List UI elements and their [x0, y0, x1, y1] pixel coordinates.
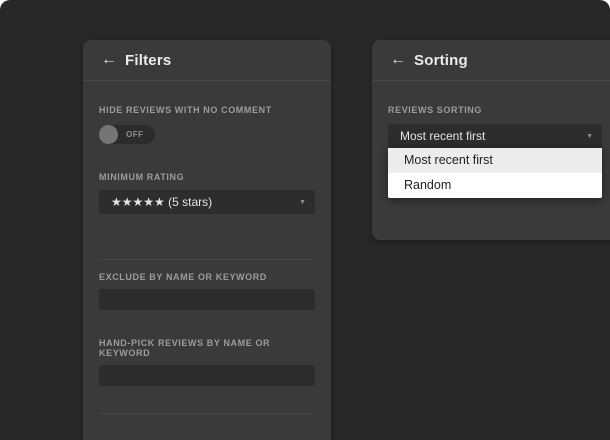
reviews-sorting-label: REVIEWS SORTING	[388, 105, 602, 115]
exclude-keyword-label: EXCLUDE BY NAME OR KEYWORD	[99, 272, 315, 282]
app-screen: ← Filters HIDE REVIEWS WITH NO COMMENT O…	[0, 0, 610, 440]
section-divider	[99, 259, 315, 260]
hand-pick-label: HAND-PICK REVIEWS BY NAME OR KEYWORD	[99, 338, 315, 358]
back-arrow-icon[interactable]: ←	[390, 52, 406, 68]
sorting-dropdown-list: Most recent first Random	[388, 148, 602, 198]
hide-no-comment-label: HIDE REVIEWS WITH NO COMMENT	[99, 105, 315, 115]
toggle-knob-icon	[99, 125, 118, 144]
sorting-panel-body: REVIEWS SORTING Most recent first ▼ Most…	[372, 105, 610, 198]
sorting-panel-header: ← Sorting	[372, 40, 610, 81]
toggle-state-label: OFF	[126, 130, 144, 139]
minimum-rating-label: MINIMUM RATING	[99, 172, 315, 182]
reviews-sorting-value: Most recent first	[400, 129, 485, 143]
minimum-rating-select[interactable]: ★★★★★ (5 stars) ▼	[99, 190, 315, 214]
filters-panel: ← Filters HIDE REVIEWS WITH NO COMMENT O…	[83, 40, 331, 440]
minimum-rating-value: ★★★★★ (5 stars)	[111, 195, 212, 209]
chevron-down-icon: ▼	[586, 133, 593, 140]
filters-panel-body: HIDE REVIEWS WITH NO COMMENT OFF MINIMUM…	[83, 105, 331, 440]
sorting-panel: ← Sorting REVIEWS SORTING Most recent fi…	[372, 40, 610, 240]
exclude-keyword-input[interactable]	[99, 289, 315, 310]
back-arrow-icon[interactable]: ←	[101, 52, 117, 68]
hide-no-comment-toggle[interactable]: OFF	[99, 125, 155, 144]
chevron-down-icon: ▼	[299, 199, 306, 206]
hand-pick-input[interactable]	[99, 365, 315, 386]
page-title: Filters	[125, 52, 171, 69]
filters-panel-header: ← Filters	[83, 40, 331, 81]
page-title: Sorting	[414, 52, 468, 69]
reviews-sorting-select[interactable]: Most recent first ▼	[388, 124, 602, 148]
dropdown-option-most-recent[interactable]: Most recent first	[388, 148, 602, 173]
dropdown-option-random[interactable]: Random	[388, 173, 602, 198]
section-divider	[99, 413, 315, 414]
